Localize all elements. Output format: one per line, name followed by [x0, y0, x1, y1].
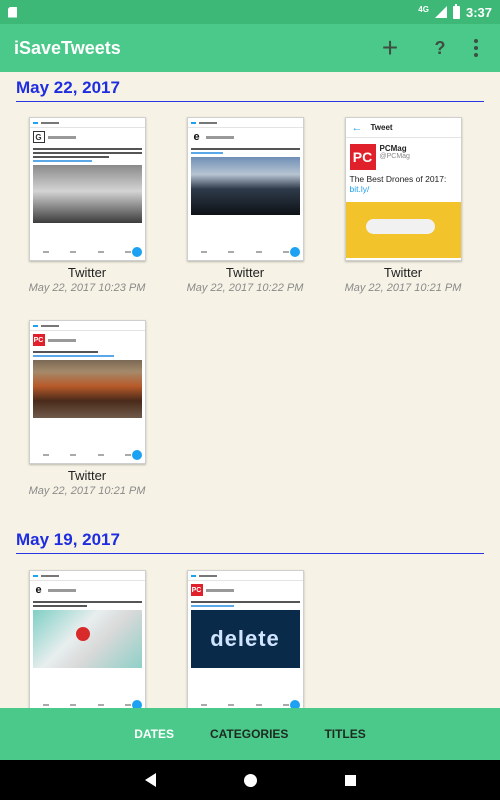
tweet-date: May 22, 2017 10:21 PM [28, 485, 146, 497]
home-button[interactable] [230, 760, 270, 800]
battery-icon [452, 3, 460, 19]
tweet-thumbnail: G [28, 117, 146, 261]
app-title: iSaveTweets [14, 37, 121, 58]
help-icon[interactable]: ? [422, 30, 458, 66]
sd-card-icon [8, 6, 17, 18]
network-type: 4G [418, 4, 429, 14]
tweet-item[interactable]: PC delete [170, 570, 320, 708]
tweet-item[interactable]: e Twitter May 22, 2017 10:22 PM [170, 117, 320, 294]
drone-image [345, 202, 461, 258]
headphones-image [32, 610, 142, 668]
status-bar: 4G 3:37 [0, 0, 500, 24]
clock: 3:37 [465, 4, 492, 20]
tweet-item[interactable]: G Twitter May 22, 2017 10:23 PM [12, 117, 162, 294]
signal-icon [434, 6, 447, 18]
more-options-icon[interactable] [466, 30, 486, 66]
delete-key-image: delete [190, 610, 300, 668]
back-icon [144, 773, 156, 787]
tweet-date: May 22, 2017 10:23 PM [28, 282, 146, 294]
tweet-title: Twitter [67, 265, 107, 280]
tweet-item[interactable]: ← Tweet PC PCMag @PCMag The Best Drones … [328, 117, 478, 294]
home-icon [243, 773, 257, 787]
tweet-date: May 22, 2017 10:22 PM [186, 282, 304, 294]
tab-titles[interactable]: TITLES [320, 717, 369, 751]
date-header: May 19, 2017 [16, 530, 484, 554]
tweet-item[interactable]: PC Twitter May 22, 2017 10:21 PM [12, 320, 162, 497]
pcmag-logo: PC [349, 144, 376, 170]
back-arrow-icon: ← [351, 121, 363, 134]
tweet-date: May 22, 2017 10:21 PM [344, 282, 462, 294]
bottom-tab-bar: DATES CATEGORIES TITLES [0, 708, 500, 760]
tweet-thumbnail: e [28, 570, 146, 708]
tweet-thumbnail: e [186, 117, 304, 261]
tweet-title: Twitter [67, 468, 107, 483]
tweet-title: Twitter [383, 265, 423, 280]
navigation-bar [0, 760, 500, 800]
tweet-list[interactable]: May 22, 2017 G Twitter May 22, 2017 10:2… [0, 72, 500, 708]
tweet-item[interactable]: e [12, 570, 162, 708]
back-button[interactable] [130, 760, 170, 800]
tweet-thumbnail: PC delete [186, 570, 304, 708]
tweet-thumbnail: ← Tweet PC PCMag @PCMag The Best Drones … [344, 117, 462, 261]
add-icon[interactable]: + [372, 30, 408, 66]
date-header: May 22, 2017 [16, 78, 484, 102]
tweet-thumbnail: PC [28, 320, 146, 464]
recent-apps-icon [344, 774, 356, 786]
tab-categories[interactable]: CATEGORIES [206, 717, 292, 751]
app-bar: iSaveTweets + ? [0, 24, 500, 72]
tab-dates[interactable]: DATES [130, 717, 178, 751]
recent-apps-button[interactable] [330, 760, 370, 800]
tweet-title: Twitter [225, 265, 265, 280]
